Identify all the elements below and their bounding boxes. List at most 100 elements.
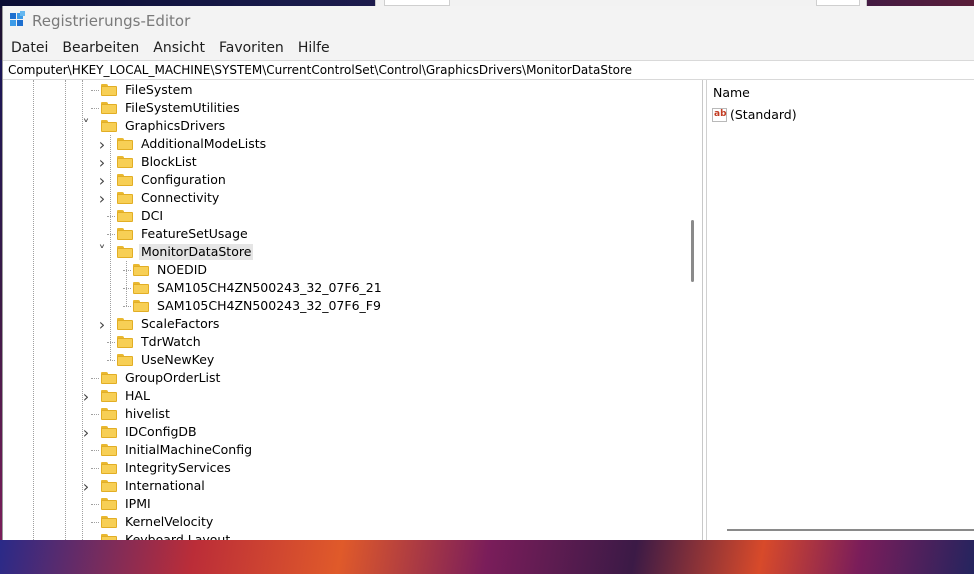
collapse-chevron-icon[interactable]: ˅ — [81, 117, 91, 135]
tree-node[interactable]: IPMI — [101, 495, 153, 513]
tree-node[interactable]: MonitorDataStore — [117, 243, 254, 261]
folder-icon — [117, 228, 133, 240]
tree-node-label: GroupOrderList — [125, 370, 221, 385]
tree-node[interactable]: hivelist — [101, 405, 172, 423]
tree-guide-line — [82, 80, 83, 540]
tree-guide-line — [126, 261, 127, 306]
title-bar[interactable]: Registrierungs-Editor — [3, 6, 974, 36]
registry-editor-icon — [10, 11, 26, 29]
tree-node[interactable]: Configuration — [117, 171, 228, 189]
collapse-chevron-icon[interactable]: ˅ — [97, 243, 107, 261]
tree-node-label: UseNewKey — [141, 352, 215, 367]
tree-node[interactable]: NOEDID — [133, 261, 209, 279]
tree-connector-line — [91, 90, 99, 91]
tree-node[interactable]: SAM105CH4ZN500243_32_07F6_21 — [133, 279, 384, 297]
menu-datei[interactable]: Datei — [4, 37, 55, 59]
key-tree[interactable]: FileSystem FileSystemUtilities ˅ GraphicsDr… — [3, 80, 703, 540]
tree-node-label: HAL — [125, 388, 150, 403]
folder-icon — [101, 84, 117, 96]
expand-chevron-icon[interactable]: › — [97, 135, 107, 154]
tree-node-label: InitialMachineConfig — [125, 442, 253, 457]
tree-node-label: IDConfigDB — [125, 424, 197, 439]
expand-chevron-icon[interactable]: › — [97, 189, 107, 208]
folder-icon — [101, 372, 117, 384]
values-horizontal-scrollbar[interactable] — [727, 529, 974, 531]
tree-node-label: NOEDID — [157, 262, 208, 277]
tree-node-label: IntegrityServices — [125, 460, 231, 475]
tree-scrollbar[interactable] — [687, 80, 699, 540]
menu-bearbeiten[interactable]: Bearbeiten — [55, 37, 146, 59]
tree-node[interactable]: UseNewKey — [117, 351, 216, 369]
tree-connector-line — [91, 450, 99, 451]
tree-node[interactable]: KernelVelocity — [101, 513, 215, 531]
folder-icon — [101, 498, 117, 510]
tree-scroll-thumb[interactable] — [691, 220, 694, 282]
tree-connector-line — [107, 216, 115, 217]
tree-connector-line — [91, 468, 99, 469]
tree-node[interactable]: HAL — [101, 387, 152, 405]
tree-node[interactable]: GraphicsDrivers — [101, 117, 227, 135]
tree-node[interactable]: GroupOrderList — [101, 369, 222, 387]
tree-node-label: Configuration — [141, 172, 226, 187]
tree-node[interactable]: FeatureSetUsage — [117, 225, 250, 243]
menu-ansicht[interactable]: Ansicht — [146, 37, 212, 59]
window-title: Registrierungs-Editor — [32, 12, 191, 30]
folder-icon — [117, 318, 133, 330]
tree-connector-line — [91, 522, 99, 523]
tree-node[interactable]: BlockList — [117, 153, 199, 171]
column-header-name[interactable]: Name — [713, 85, 750, 100]
tree-node-label: SAM105CH4ZN500243_32_07F6_F9 — [157, 298, 381, 313]
tree-node-label: International — [125, 478, 205, 493]
tree-node[interactable]: Connectivity — [117, 189, 221, 207]
expand-chevron-icon[interactable]: › — [97, 315, 107, 334]
folder-icon — [133, 300, 149, 312]
menu-hilfe[interactable]: Hilfe — [291, 37, 337, 59]
folder-icon — [101, 426, 117, 438]
value-row[interactable]: ab (Standard) — [712, 107, 797, 122]
folder-icon — [117, 336, 133, 348]
tree-connector-line — [107, 234, 115, 235]
folder-icon — [101, 444, 117, 456]
tree-node-label: SAM105CH4ZN500243_32_07F6_21 — [157, 280, 382, 295]
folder-icon — [133, 264, 149, 276]
tree-node[interactable]: FileSystemUtilities — [101, 99, 242, 117]
desktop-background-bottom — [0, 540, 974, 574]
tree-node-label: AdditionalModeLists — [141, 136, 267, 151]
tree-guide-line — [110, 135, 111, 360]
folder-icon — [117, 174, 133, 186]
address-bar[interactable]: Computer\HKEY_LOCAL_MACHINE\SYSTEM\Curre… — [3, 60, 974, 80]
tree-node[interactable]: DCI — [117, 207, 165, 225]
tree-node[interactable]: InitialMachineConfig — [101, 441, 254, 459]
folder-icon — [101, 480, 117, 492]
tree-node-label: DCI — [141, 208, 164, 223]
folder-icon — [117, 138, 133, 150]
tree-node[interactable]: SAM105CH4ZN500243_32_07F6_F9 — [133, 297, 383, 315]
folder-icon — [101, 534, 117, 540]
expand-chevron-icon[interactable]: › — [97, 153, 107, 172]
expand-chevron-icon[interactable]: › — [81, 477, 91, 496]
tree-node-label: Keyboard Layout — [125, 532, 231, 540]
tree-node[interactable]: AdditionalModeLists — [117, 135, 268, 153]
expand-chevron-icon[interactable]: › — [81, 387, 91, 406]
folder-icon — [101, 120, 117, 132]
tree-node[interactable]: ScaleFactors — [117, 315, 221, 333]
address-path[interactable]: Computer\HKEY_LOCAL_MACHINE\SYSTEM\Curre… — [3, 63, 632, 77]
menu-favoriten[interactable]: Favoriten — [212, 37, 291, 59]
tree-node[interactable]: IntegrityServices — [101, 459, 233, 477]
tree-node[interactable]: FileSystem — [101, 81, 195, 99]
tree-node-label: GraphicsDrivers — [125, 118, 226, 133]
tree-node-label: BlockList — [141, 154, 197, 169]
tree-node[interactable]: TdrWatch — [117, 333, 203, 351]
string-value-icon: ab — [712, 107, 727, 122]
folder-icon — [117, 156, 133, 168]
folder-icon — [101, 102, 117, 114]
expand-chevron-icon[interactable]: › — [81, 423, 91, 442]
tree-node[interactable]: Keyboard Layout — [101, 531, 232, 540]
tree-node[interactable]: IDConfigDB — [101, 423, 199, 441]
expand-chevron-icon[interactable]: › — [97, 171, 107, 190]
tree-node-label: IPMI — [125, 496, 151, 511]
tree-connector-line — [91, 108, 99, 109]
tree-node[interactable]: International — [101, 477, 207, 495]
folder-icon — [117, 210, 133, 222]
menu-bar: Datei Bearbeiten Ansicht Favoriten Hilfe — [3, 36, 974, 60]
